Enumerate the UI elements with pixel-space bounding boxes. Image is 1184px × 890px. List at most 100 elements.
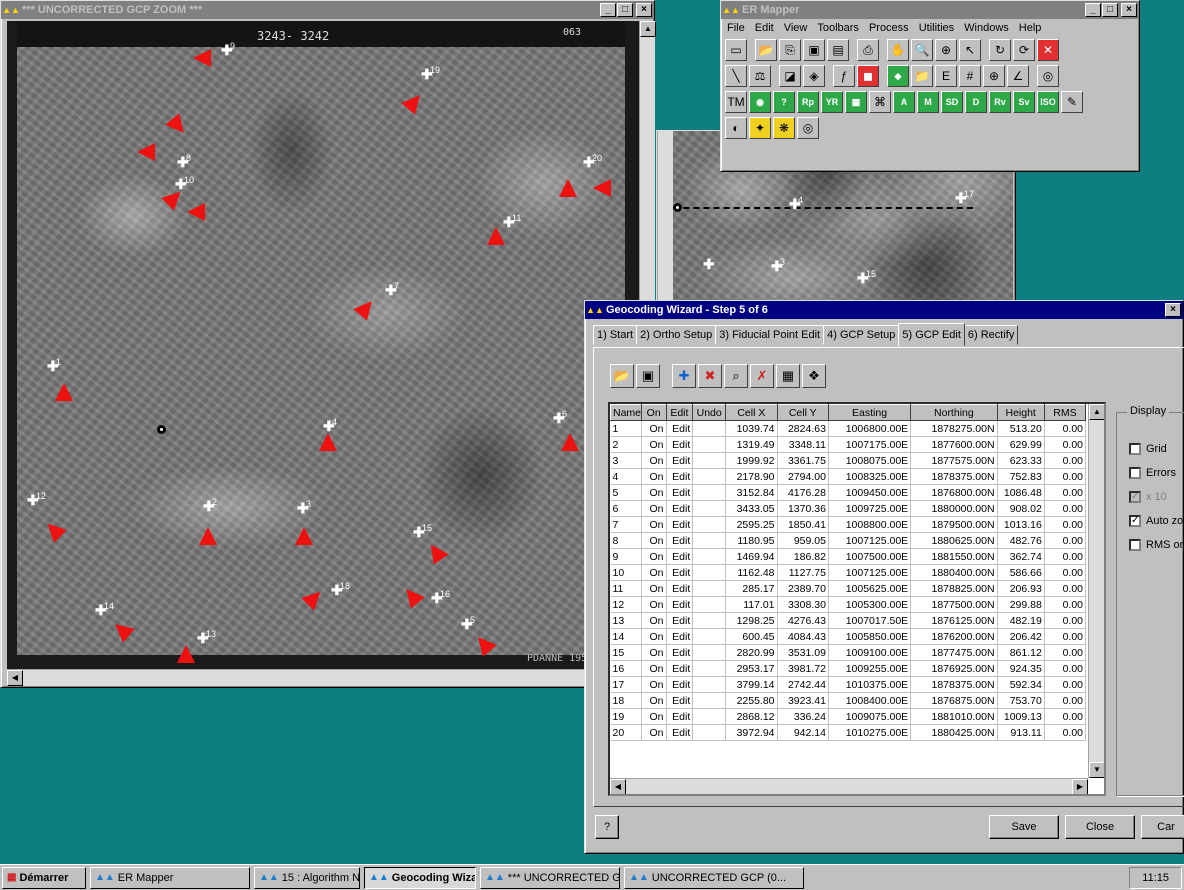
table-cell[interactable]: On xyxy=(641,676,667,693)
col-easting[interactable]: Easting xyxy=(827,404,912,421)
table-row[interactable]: 5 On Edit 3152.84 4176.28 1009450.00E 1876800.… xyxy=(610,484,1087,501)
algorithm-icon[interactable]: ◪ xyxy=(779,65,801,87)
balance-icon[interactable]: ⚖ xyxy=(749,65,771,87)
grid-checkbox[interactable] xyxy=(1129,443,1141,455)
minimize-button[interactable]: _ xyxy=(600,3,616,17)
scroll-left-button[interactable]: ◀ xyxy=(7,670,23,686)
help-button[interactable]: ? xyxy=(595,815,619,839)
table-row[interactable]: 4 On Edit 2178.90 2794.00 1008325.00E 1878375.… xyxy=(610,468,1087,485)
table-scroll-right-button[interactable]: ▶ xyxy=(1072,779,1088,794)
wizard-icon[interactable]: ✦ xyxy=(749,117,771,139)
sd-icon[interactable]: SD xyxy=(941,91,963,113)
stop-icon[interactable]: ✕ xyxy=(1037,39,1059,61)
table-cell[interactable] xyxy=(692,532,727,549)
minimize-button[interactable]: _ xyxy=(1085,3,1101,17)
table-cell[interactable]: On xyxy=(641,580,667,597)
gcp-marker-9[interactable]: ✚ 9 xyxy=(221,41,235,57)
col-on[interactable]: On xyxy=(640,404,667,421)
table-row[interactable]: 12 On Edit 117.01 3308.30 1005300.00E 1877500.… xyxy=(610,596,1087,613)
table-cell[interactable] xyxy=(692,484,727,501)
table-cell[interactable]: Edit xyxy=(666,692,694,709)
scroll-up-button[interactable]: ▲ xyxy=(640,21,656,37)
table-cell[interactable]: On xyxy=(641,628,667,645)
table-cell[interactable] xyxy=(692,420,727,437)
gcp-table-container[interactable]: Name On Edit Undo Cell X Cell Y Easting … xyxy=(608,402,1106,796)
wizard-titlebar[interactable]: ▲▲ Geocoding Wizard - Step 5 of 6 × xyxy=(585,301,1183,319)
overview-gcp-marker-17[interactable]: ✚ 17 xyxy=(955,189,974,205)
gcp-marker-4[interactable]: ✚ 4 xyxy=(323,417,337,433)
table-cell[interactable] xyxy=(692,612,727,629)
table-cell[interactable]: On xyxy=(641,708,667,725)
col-northing[interactable]: Northing xyxy=(910,404,998,421)
rms-order-checkbox-row[interactable]: RMS or xyxy=(1129,539,1183,551)
gcp-marker-6[interactable]: ✚ 6 xyxy=(553,409,567,425)
table-scroll-up-button[interactable]: ▲ xyxy=(1089,404,1104,420)
taskbar-item-gcp-zoom[interactable]: ▲▲ *** UNCORRECTED GCP ... xyxy=(480,866,620,889)
table-cell[interactable] xyxy=(692,564,727,581)
iso-icon[interactable]: ISO xyxy=(1037,91,1059,113)
system-tray-clock[interactable]: 11:15 xyxy=(1129,866,1182,889)
table-cell[interactable] xyxy=(692,644,727,661)
maximize-button[interactable]: □ xyxy=(1102,3,1118,17)
table-cell[interactable]: Edit xyxy=(666,724,694,741)
menu-help[interactable]: Help xyxy=(1019,22,1042,34)
help-green-icon[interactable]: ? xyxy=(773,91,795,113)
table-cell[interactable] xyxy=(692,468,727,485)
col-height[interactable]: Height xyxy=(996,404,1045,421)
table-cell[interactable]: Edit xyxy=(666,484,694,501)
table-cell[interactable]: Edit xyxy=(666,420,694,437)
gcp-marker-11[interactable]: ✚ 11 xyxy=(503,213,521,229)
auto-zoom-checkbox-row[interactable]: ✓ Auto zo xyxy=(1129,515,1183,527)
annotate-icon[interactable]: ◼ xyxy=(857,65,879,87)
zoom-horizontal-scrollbar[interactable]: ◀ xyxy=(7,669,639,686)
taskbar-item-geocoding-wizard[interactable]: ▲▲ Geocoding Wizard - ... xyxy=(364,866,476,889)
menu-edit[interactable]: Edit xyxy=(755,22,774,34)
tm-icon[interactable]: TM xyxy=(725,91,747,113)
gcp-zoom-window[interactable]: ▲▲ *** UNCORRECTED GCP ZOOM *** _ □ × 32… xyxy=(0,0,656,688)
close-button[interactable]: × xyxy=(1121,3,1137,17)
geocode-icon[interactable]: ◎ xyxy=(797,117,819,139)
overview-gcp-marker[interactable]: ✚ xyxy=(703,257,715,271)
tab-start[interactable]: 1) Start xyxy=(593,325,638,345)
start-button[interactable]: ▦ Démarrer xyxy=(2,866,86,889)
table-row[interactable]: 19 On Edit 2868.12 336.24 1009075.00E 1881010.… xyxy=(610,708,1087,725)
rms-order-checkbox[interactable] xyxy=(1129,539,1141,551)
table-scroll-left-button[interactable]: ◀ xyxy=(610,779,626,794)
wizard-close-button[interactable]: × xyxy=(1165,303,1181,317)
taskbar-item-algorithm[interactable]: ▲▲ 15 : Algorithm Not Yet Sav... xyxy=(254,866,360,889)
angle-icon[interactable]: ∠ xyxy=(1007,65,1029,87)
m-icon[interactable]: M xyxy=(917,91,939,113)
rv-icon[interactable]: Rv xyxy=(989,91,1011,113)
taskbar-item-gcp-overview[interactable]: ▲▲ UNCORRECTED GCP (0... xyxy=(624,866,804,889)
table-row[interactable]: 3 On Edit 1999.92 3361.75 1008075.00E 1877575.… xyxy=(610,452,1087,469)
ermapper-window[interactable]: ▲▲ ER Mapper _ □ × File Edit View Toolba… xyxy=(720,0,1140,172)
gcp-marker-16[interactable]: ✚ 16 xyxy=(431,589,450,605)
copy-icon[interactable]: ⎘ xyxy=(779,39,801,61)
open-file-icon[interactable]: 📂 xyxy=(755,39,777,61)
delete-gcp-icon[interactable]: ✖ xyxy=(698,364,722,388)
zoom-icon[interactable]: 🔍 xyxy=(911,39,933,61)
maximize-button[interactable]: □ xyxy=(617,3,633,17)
col-name[interactable]: Name xyxy=(610,404,642,421)
gcp-marker-14[interactable]: ✚ 14 xyxy=(95,601,114,617)
gcp-marker-19[interactable]: ✚ 19 xyxy=(421,65,440,81)
gcp-zoom-titlebar[interactable]: ▲▲ *** UNCORRECTED GCP ZOOM *** _ □ × xyxy=(1,1,654,19)
table-row[interactable]: 6 On Edit 3433.05 1370.36 1009725.00E 1880000.… xyxy=(610,500,1087,517)
auto-zoom-checkbox[interactable]: ✓ xyxy=(1129,515,1141,527)
add-gcp-icon[interactable]: ✚ xyxy=(672,364,696,388)
zoom-image-area[interactable]: 3243- 3242 063 PDANNE 1950 ✚ 9 ✚ 19 ✚ 8 ✚ 10… xyxy=(7,21,639,669)
tab-fiducial-point-edit[interactable]: 3) Fiducial Point Edit xyxy=(715,325,825,345)
save-gcp-icon[interactable]: ▣ xyxy=(636,364,660,388)
overview-gcp-marker-4[interactable]: ✚ 4 xyxy=(789,195,803,211)
table-cell[interactable]: Edit xyxy=(666,452,694,469)
table-cell[interactable]: On xyxy=(641,724,667,741)
table-cell[interactable] xyxy=(692,596,727,613)
yr-icon[interactable]: YR xyxy=(821,91,843,113)
gcp-marker-3[interactable]: ✚ 3 xyxy=(297,499,311,515)
gcp-marker-8[interactable]: ✚ 8 xyxy=(177,153,191,169)
col-cell-x[interactable]: Cell X xyxy=(725,404,778,421)
gcp-marker-13[interactable]: ✚ 13 xyxy=(197,629,216,645)
tab-gcp-setup[interactable]: 4) GCP Setup xyxy=(823,325,900,345)
a-icon[interactable]: A xyxy=(893,91,915,113)
table-vertical-scrollbar[interactable]: ▲ ▼ xyxy=(1088,404,1104,778)
